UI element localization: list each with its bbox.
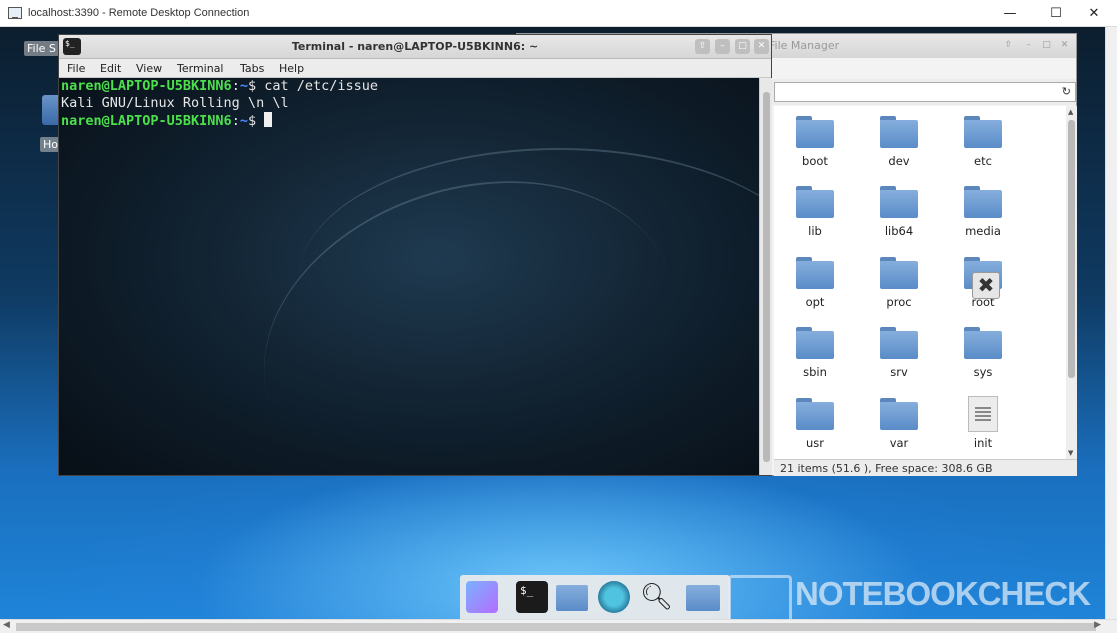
location-bar[interactable]: ↻ [774, 82, 1076, 102]
scroll-right-icon[interactable]: ▶ [1094, 620, 1101, 630]
folder-boot[interactable]: boot [780, 116, 850, 168]
rdp-minimize-button[interactable]: — [987, 0, 1033, 27]
watermark-text: NOTEBOOKCHECK [795, 575, 1091, 612]
rdp-vertical-scrollbar[interactable] [1105, 27, 1117, 619]
folder-icon [964, 116, 1002, 148]
folder-icon [880, 327, 918, 359]
terminal-line-1: naren@LAPTOP-U5BKINN6:~$ cat /etc/issue [61, 78, 379, 94]
scrollbar-thumb[interactable] [16, 623, 1096, 631]
folder-icon [964, 327, 1002, 359]
terminal-close-button[interactable]: ✕ [754, 39, 769, 54]
folder-dev[interactable]: dev [864, 116, 934, 168]
desktop-icon-filesystem-label[interactable]: File S [24, 41, 59, 56]
terminal-minimize-button[interactable]: – [715, 39, 730, 54]
terminal-maximize-button[interactable]: □ [735, 39, 750, 54]
rdp-titlebar: localhost:3390 - Remote Desktop Connecti… [0, 0, 1117, 27]
terminal-icon[interactable]: $_ [516, 581, 548, 613]
menu-file[interactable]: File [67, 62, 85, 75]
folder-icon [796, 398, 834, 430]
mail-icon[interactable] [466, 581, 498, 613]
terminal-cursor [264, 112, 273, 127]
scrollbar-thumb[interactable] [763, 92, 770, 462]
text-file-icon [968, 396, 998, 432]
search-icon[interactable]: 🔍︎ [640, 581, 673, 613]
folder-usr[interactable]: usr [780, 398, 850, 450]
folder-sbin[interactable]: sbin [780, 327, 850, 379]
status-text: 21 items (51.6 ), Free space: 308.6 GB [780, 462, 993, 475]
file-manager-statusbar: 21 items (51.6 ), Free space: 308.6 GB [774, 459, 1077, 476]
rdp-horizontal-scrollbar[interactable]: ◀ ▶ [0, 619, 1117, 633]
notebookcheck-logo [728, 575, 792, 619]
file-init[interactable]: init [948, 396, 1018, 450]
terminal-line-3: naren@LAPTOP-U5BKINN6:~$ [61, 112, 273, 129]
terminal-scrollbar[interactable] [759, 78, 772, 475]
scroll-down-icon[interactable]: ▼ [1068, 449, 1073, 457]
scroll-left-icon[interactable]: ◀ [3, 620, 10, 630]
folder-lib[interactable]: lib [780, 186, 850, 238]
fm-minimize-button[interactable]: – [1021, 38, 1036, 53]
menu-terminal[interactable]: Terminal [177, 62, 224, 75]
browser-icon[interactable] [598, 581, 630, 613]
file-manager-title: File Manager [769, 39, 840, 52]
folder-sys[interactable]: sys [948, 327, 1018, 379]
folder-lib64[interactable]: lib64 [864, 186, 934, 238]
reload-icon[interactable]: ↻ [1062, 85, 1071, 98]
close-x-icon[interactable]: ✖ [972, 272, 1000, 299]
dock-panel: $_ 🔍︎ [460, 575, 730, 619]
terminal-line-2: Kali GNU/Linux Rolling \n \l [61, 95, 289, 111]
folder-icon [796, 186, 834, 218]
folder-icon [796, 116, 834, 148]
terminal-window[interactable]: $_ Terminal - naren@LAPTOP-U5BKINN6: ~ ⇧… [58, 34, 772, 476]
file-manager-scrollbar[interactable]: ▲ ▼ [1066, 106, 1077, 459]
terminal-titlebar[interactable]: $_ Terminal - naren@LAPTOP-U5BKINN6: ~ ⇧… [59, 35, 771, 59]
rdp-close-button[interactable]: ✕ [1071, 0, 1117, 27]
folder-icon [796, 257, 834, 289]
menu-edit[interactable]: Edit [100, 62, 121, 75]
folder-media[interactable]: media [948, 186, 1018, 238]
folder-srv[interactable]: srv [864, 327, 934, 379]
folder-opt[interactable]: opt [780, 257, 850, 309]
folder-icon [880, 186, 918, 218]
menu-help[interactable]: Help [279, 62, 304, 75]
terminal-up-icon[interactable]: ⇧ [695, 39, 710, 54]
fm-up-icon[interactable]: ⇧ [1001, 38, 1016, 53]
folder-icon [880, 257, 918, 289]
folder-etc[interactable]: etc [948, 116, 1018, 168]
folder-proc[interactable]: proc [864, 257, 934, 309]
terminal-title: Terminal - naren@LAPTOP-U5BKINN6: ~ [291, 40, 539, 53]
fm-maximize-button[interactable]: □ [1039, 38, 1054, 53]
rdp-window-title: localhost:3390 - Remote Desktop Connecti… [28, 7, 250, 19]
scroll-up-icon[interactable]: ▲ [1068, 108, 1073, 116]
files-icon[interactable] [556, 581, 588, 613]
folder-icon [880, 116, 918, 148]
scrollbar-thumb[interactable] [1068, 120, 1075, 378]
menu-tabs[interactable]: Tabs [240, 62, 264, 75]
folder-icon [796, 327, 834, 359]
remote-desktop-icon [8, 7, 22, 19]
terminal-menubar: File Edit View Terminal Tabs Help [59, 59, 771, 78]
folder-icon [964, 186, 1002, 218]
terminal-output[interactable]: naren@LAPTOP-U5BKINN6:~$ cat /etc/issue … [59, 78, 759, 475]
fm-close-button[interactable]: ✕ [1057, 38, 1072, 53]
folder-var[interactable]: var [864, 398, 934, 450]
folder-icon [880, 398, 918, 430]
file-manager-content: boot dev etc lib lib64 media opt proc ro… [774, 106, 1066, 459]
folder-icon[interactable] [686, 581, 720, 613]
menu-view[interactable]: View [136, 62, 162, 75]
